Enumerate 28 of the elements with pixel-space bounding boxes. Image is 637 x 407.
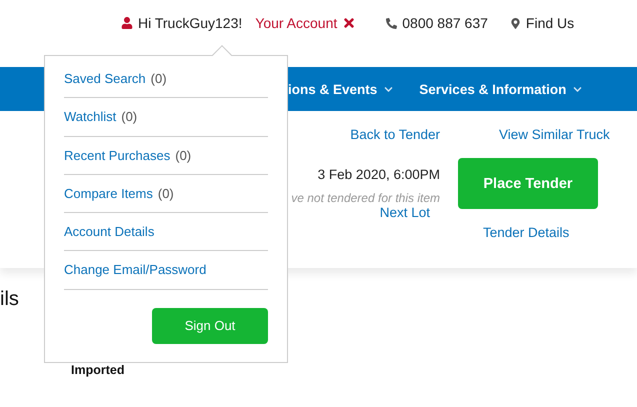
detail-value: Imported [71,363,126,377]
menu-item[interactable]: Saved Search (0) [64,60,268,98]
tender-details-link[interactable]: Tender Details [483,225,570,240]
nav-item[interactable]: ions & Events [288,82,394,96]
nav-item[interactable]: Services & Information [419,82,582,96]
closing-date: 3 Feb 2020, 6:00PM [318,167,440,182]
menu-item[interactable]: Watchlist (0) [64,98,268,137]
next-lot-link[interactable]: Next Lot [380,205,430,220]
greeting: Hi TruckGuy123! [138,15,242,31]
chevron-icon [573,84,582,94]
section-heading: ils [0,288,20,311]
phone-number: 0800 887 637 [402,15,488,31]
close-icon[interactable] [342,16,356,30]
chevron-icon [384,84,394,94]
place-tender-button[interactable]: Place Tender [458,158,598,209]
sign-out-button[interactable]: Sign Out [152,308,268,344]
menu-item[interactable]: Account Details [64,213,268,252]
back-to-tender-link[interactable]: Back to Tender [350,127,440,142]
account-link[interactable]: Your Account [255,15,338,31]
phone-icon [386,18,398,28]
find-us-link[interactable]: Find Us [526,15,574,31]
menu-item[interactable]: Compare Items (0) [64,174,268,214]
menu-item[interactable]: Change Email/Password [64,251,268,290]
pin-icon [510,18,521,28]
user-icon [121,17,133,29]
tender-status: ve not tendered for this item [291,191,440,205]
view-similar-link[interactable]: View Similar Truck [499,127,610,142]
menu-item[interactable]: Recent Purchases (0) [64,136,268,175]
